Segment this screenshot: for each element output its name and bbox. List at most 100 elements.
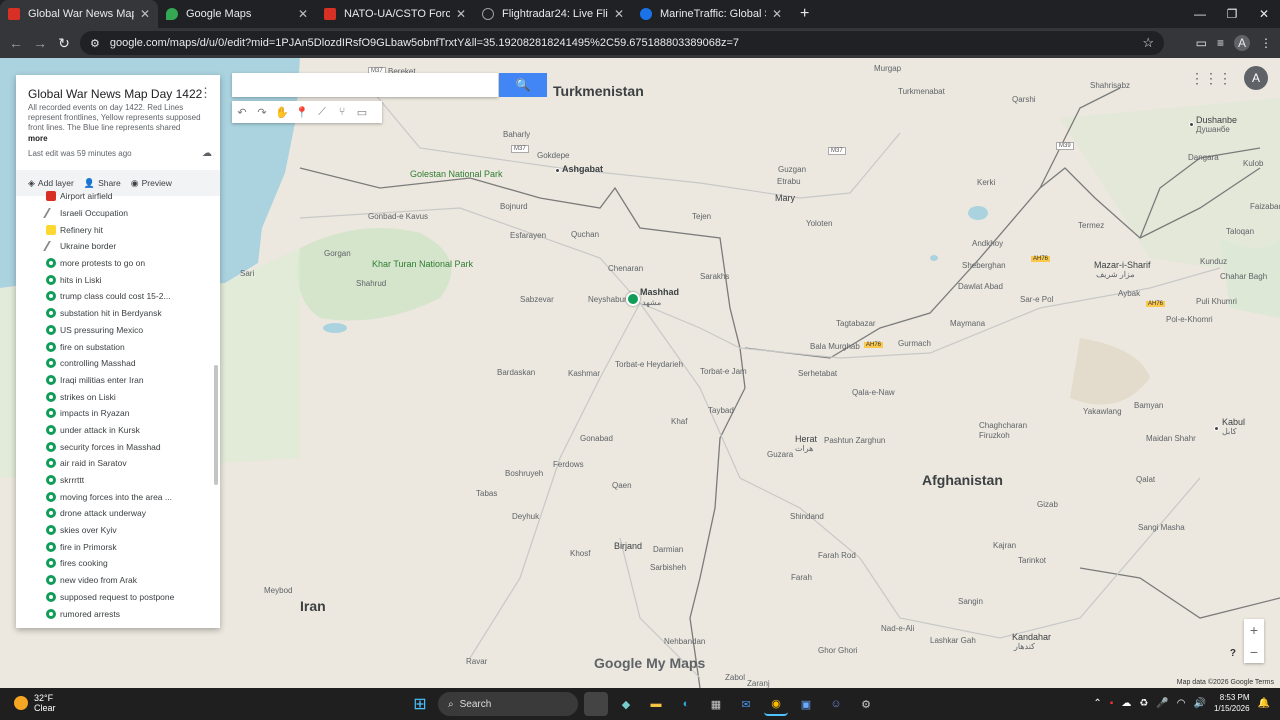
apps-grid-icon[interactable]: ⋮⋮⋮ — [1190, 70, 1232, 87]
tray-app-icon[interactable]: ☁ — [1121, 698, 1131, 709]
panel-scrollbar[interactable] — [214, 365, 218, 485]
close-tab-icon[interactable]: ✕ — [140, 7, 150, 21]
tray-overflow-icon[interactable]: ⌃ — [1093, 698, 1101, 709]
layer-item[interactable]: new video from Arak — [16, 572, 220, 589]
weather-widget[interactable]: 32°F Clear — [14, 693, 56, 713]
map-search-input[interactable] — [232, 73, 498, 97]
new-tab-button[interactable]: + — [790, 0, 819, 28]
address-bar[interactable]: ⚙ google.com/maps/d/u/0/edit?mid=1PJAn5D… — [80, 31, 1164, 55]
event-marker-pin-icon[interactable] — [626, 292, 640, 306]
wifi-icon[interactable]: ◠ — [1177, 698, 1186, 709]
layer-item[interactable]: skies over Kyiv — [16, 522, 220, 539]
reading-list-icon[interactable]: ≡ — [1217, 36, 1224, 50]
close-tab-icon[interactable]: ✕ — [614, 7, 624, 21]
directions-icon[interactable]: ⑂ — [332, 106, 352, 118]
share-button[interactable]: 👤 Share — [84, 178, 121, 189]
tab-global-war-news-map[interactable]: Global War News Map Day 142 ✕ — [0, 0, 158, 28]
layer-item[interactable]: moving forces into the area ... — [16, 488, 220, 505]
copilot-icon[interactable]: ◆ — [614, 692, 638, 716]
microphone-icon[interactable]: 🎤 — [1156, 698, 1168, 709]
layer-item[interactable]: Refinery hit — [16, 221, 220, 238]
tab-marinetraffic[interactable]: MarineTraffic: Global Ship Track ✕ — [632, 0, 790, 28]
more-link[interactable]: more — [28, 134, 48, 143]
remote-desktop-icon[interactable]: ▣ — [794, 692, 818, 716]
hand-pan-icon[interactable]: ✋ — [272, 106, 292, 119]
layer-item[interactable]: Airport airfield — [16, 188, 220, 205]
layer-item[interactable]: fire on substation — [16, 338, 220, 355]
close-tab-icon[interactable]: ✕ — [772, 7, 782, 21]
close-window-icon[interactable]: ✕ — [1248, 0, 1280, 28]
layer-item[interactable]: drone attack underway — [16, 505, 220, 522]
undo-icon[interactable]: ↶ — [232, 106, 252, 119]
park-golestan: Golestan National Park — [410, 169, 503, 179]
add-layer-button[interactable]: ◈ Add layer — [28, 178, 74, 189]
draw-line-icon[interactable]: ⟋ — [312, 106, 332, 119]
layer-item[interactable]: skrrrttt — [16, 472, 220, 489]
map-canvas[interactable]: Turkmenistan Iran Afghanistan Ashgabat M… — [0, 58, 1280, 688]
file-explorer-icon[interactable]: ▬ — [644, 692, 668, 716]
profile-avatar-icon[interactable]: A — [1234, 35, 1250, 51]
add-marker-icon[interactable]: 📍 — [292, 106, 312, 119]
tab-google-maps[interactable]: Google Maps ✕ — [158, 0, 316, 28]
map-attribution[interactable]: Map data ©2026 Google Terms — [1177, 679, 1274, 686]
help-icon[interactable]: ? — [1230, 648, 1236, 659]
task-view-icon[interactable] — [584, 692, 608, 716]
restore-icon[interactable]: ❐ — [1216, 0, 1248, 28]
forward-icon[interactable]: → — [28, 35, 52, 51]
tab-flightradar24[interactable]: Flightradar24: Live Flight Tracke ✕ — [474, 0, 632, 28]
layer-item[interactable]: Iraqi militias enter Iran — [16, 372, 220, 389]
layer-item[interactable]: more protests to go on — [16, 255, 220, 272]
close-tab-icon[interactable]: ✕ — [298, 7, 308, 21]
layer-item[interactable]: Israeli Occupation — [16, 205, 220, 222]
minimize-icon[interactable]: — — [1184, 0, 1216, 28]
measure-icon[interactable]: ▭ — [352, 106, 372, 119]
layer-item[interactable]: air raid in Saratov — [16, 455, 220, 472]
layer-item[interactable]: supposed request to postpone — [16, 589, 220, 606]
layer-item[interactable]: rumored arrests — [16, 605, 220, 622]
cast-icon[interactable]: ▭ — [1196, 36, 1207, 50]
edge-icon[interactable]: ◐ — [674, 692, 698, 716]
layer-item[interactable]: under attack in Kursk — [16, 422, 220, 439]
search-button[interactable]: 🔍 — [499, 73, 547, 97]
layer-item[interactable]: fires cooking — [16, 555, 220, 572]
marker-pin-icon — [46, 291, 56, 302]
taskbar-search[interactable]: ⌕ Search — [438, 692, 578, 716]
redo-icon[interactable]: ↷ — [252, 106, 272, 119]
browser-menu-icon[interactable]: ⋮ — [1260, 36, 1272, 50]
layer-item[interactable]: strikes on Liski — [16, 388, 220, 405]
layer-item[interactable]: Ukraine border — [16, 238, 220, 255]
layer-item[interactable]: substation hit in Berdyansk — [16, 305, 220, 322]
tray-app-icon[interactable]: ♻ — [1139, 698, 1148, 709]
road-shield: M39 — [1056, 142, 1074, 151]
notification-icon[interactable]: 🔔 — [1258, 698, 1270, 709]
zoom-in-icon[interactable]: + — [1250, 622, 1258, 638]
layer-item[interactable]: US pressuring Mexico — [16, 322, 220, 339]
more-options-icon[interactable]: ⋮ — [199, 85, 212, 101]
layer-item[interactable]: trump class could cost 15-2... — [16, 288, 220, 305]
tab-nato-force-disposition[interactable]: NATO-UA/CSTO Force Disposit ✕ — [316, 0, 474, 28]
preview-button[interactable]: ◉ Preview — [131, 178, 172, 189]
bookmark-star-icon[interactable]: ☆ — [1142, 35, 1154, 51]
layer-item[interactable]: fire in Primorsk — [16, 538, 220, 555]
layer-item[interactable]: hits in Liski — [16, 271, 220, 288]
layer-item[interactable]: controlling Masshad — [16, 355, 220, 372]
town-label: Guzara — [767, 450, 794, 459]
mail-icon[interactable]: ✉ — [734, 692, 758, 716]
windows-start-icon[interactable]: ⊞ — [408, 692, 432, 716]
clock[interactable]: 8:53 PM 1/15/2026 — [1214, 692, 1250, 714]
steam-icon[interactable]: ⚙ — [854, 692, 878, 716]
layer-item[interactable]: impacts in Ryazan — [16, 405, 220, 422]
volume-icon[interactable]: 🔊 — [1194, 698, 1206, 709]
reload-icon[interactable]: ↻ — [52, 35, 76, 52]
back-icon[interactable]: ← — [4, 35, 28, 51]
tray-app-icon[interactable]: ▪ — [1110, 698, 1114, 709]
store-icon[interactable]: ▦ — [704, 692, 728, 716]
close-tab-icon[interactable]: ✕ — [456, 7, 466, 21]
site-settings-icon[interactable]: ⚙ — [90, 37, 100, 50]
zoom-out-icon[interactable]: − — [1250, 644, 1258, 660]
discord-icon[interactable]: ☺ — [824, 692, 848, 716]
chrome-icon[interactable]: ◉ — [764, 692, 788, 716]
layer-item[interactable]: security forces in Masshad — [16, 438, 220, 455]
account-avatar[interactable]: A — [1244, 66, 1268, 90]
layer-item-label: substation hit in Berdyansk — [60, 308, 162, 319]
